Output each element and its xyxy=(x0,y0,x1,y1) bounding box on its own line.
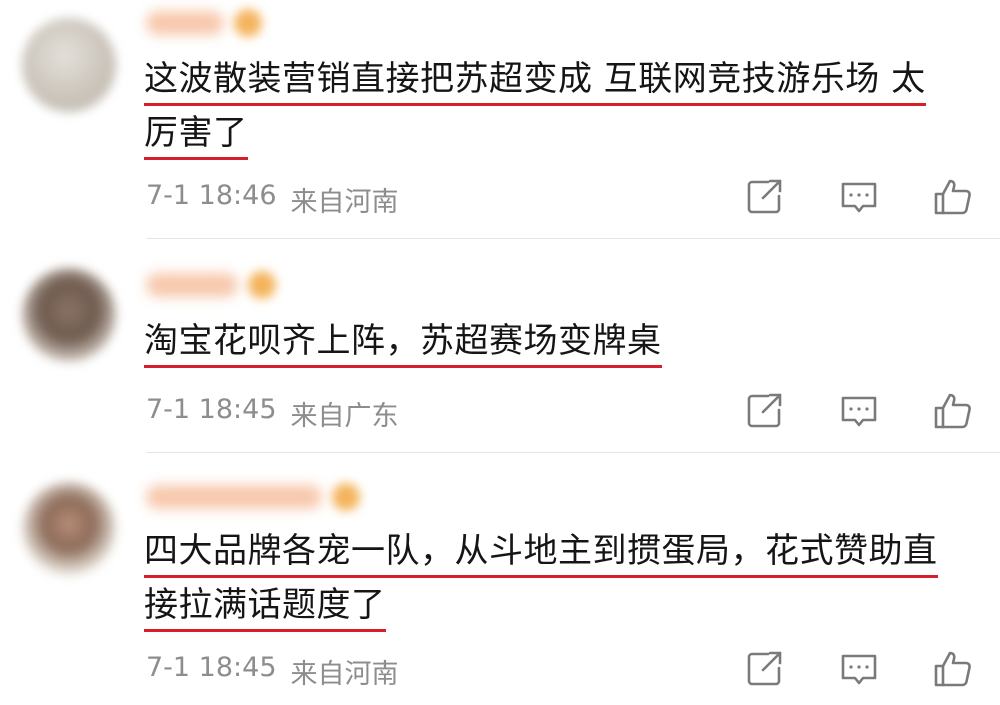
divider xyxy=(146,238,1000,239)
comment-text: 四大品牌各宠一队，从斗地主到掼蛋局，花式赞助直 接拉满话题度了 xyxy=(144,524,984,632)
verified-badge-icon xyxy=(234,9,262,37)
comment-text-line: 厉害了 xyxy=(144,111,248,160)
comment-meta: 7-1 18:46 来自河南 xyxy=(146,180,399,219)
comment-location: 来自广东 xyxy=(290,401,399,432)
share-icon[interactable] xyxy=(744,648,786,690)
avatar[interactable] xyxy=(22,268,116,362)
username[interactable] xyxy=(146,480,360,514)
comment-time: 7-1 18:45 xyxy=(146,652,277,683)
comment-text: 这波散装营销直接把苏超变成 互联网竞技游乐场 太 厉害了 xyxy=(144,52,984,160)
divider xyxy=(146,452,1000,453)
comment-text: 淘宝花呗齐上阵，苏超赛场变牌桌 xyxy=(144,314,984,368)
comment-location: 来自河南 xyxy=(290,187,399,218)
comment-time: 7-1 18:46 xyxy=(146,180,277,211)
comment-icon[interactable] xyxy=(838,648,880,690)
comment-text-line: 这波散装营销直接把苏超变成 互联网竞技游乐场 太 xyxy=(144,57,926,106)
comment-text-line: 接拉满话题度了 xyxy=(144,583,386,632)
thumbs-up-icon[interactable] xyxy=(932,648,974,690)
comment-text-line: 四大品牌各宠一队，从斗地主到掼蛋局，花式赞助直 xyxy=(144,529,938,578)
thumbs-up-icon[interactable] xyxy=(932,390,974,432)
comment-time: 7-1 18:45 xyxy=(146,394,277,425)
comment-location: 来自河南 xyxy=(290,659,399,690)
comment-text-line: 淘宝花呗齐上阵，苏超赛场变牌桌 xyxy=(144,319,662,368)
verified-badge-icon xyxy=(248,271,276,299)
verified-badge-icon xyxy=(332,483,360,511)
comment-meta: 7-1 18:45 来自河南 xyxy=(146,652,399,691)
comment-icon[interactable] xyxy=(838,176,880,218)
comment-actions xyxy=(744,648,974,690)
comment-actions xyxy=(744,176,974,218)
username[interactable] xyxy=(146,6,262,40)
comment-meta: 7-1 18:45 来自广东 xyxy=(146,394,399,433)
comment-icon[interactable] xyxy=(838,390,880,432)
avatar[interactable] xyxy=(22,18,116,112)
avatar[interactable] xyxy=(22,482,116,576)
share-icon[interactable] xyxy=(744,390,786,432)
comment-actions xyxy=(744,390,974,432)
thumbs-up-icon[interactable] xyxy=(932,176,974,218)
share-icon[interactable] xyxy=(744,176,786,218)
username[interactable] xyxy=(146,268,276,302)
